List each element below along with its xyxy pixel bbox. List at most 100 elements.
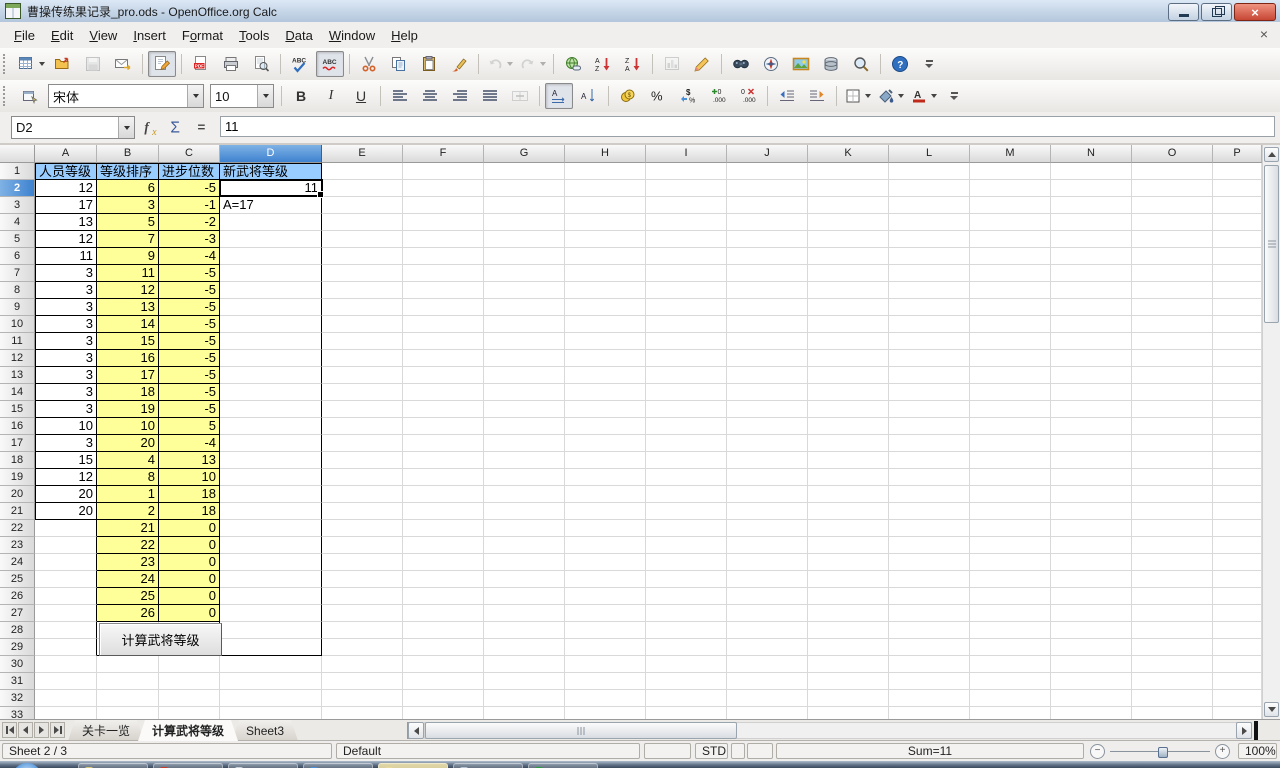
cell-H27[interactable] [565, 605, 646, 622]
cell-C19[interactable]: 10 [159, 469, 220, 486]
cell-O28[interactable] [1132, 622, 1213, 639]
page-preview-button[interactable] [247, 51, 275, 77]
row-header-32[interactable]: 32 [0, 690, 35, 707]
column-header-H[interactable]: H [565, 145, 646, 163]
cell-I30[interactable] [646, 656, 727, 673]
sum-icon[interactable]: Σ [166, 116, 188, 138]
row-header-8[interactable]: 8 [0, 282, 35, 299]
row-header-1[interactable]: 1 [0, 163, 35, 180]
cell-D27[interactable] [220, 605, 322, 622]
cell-B8[interactable]: 12 [97, 282, 159, 299]
cell-D17[interactable] [220, 435, 322, 452]
name-box[interactable]: D2 [11, 116, 135, 139]
font-color-button[interactable]: A [908, 83, 939, 109]
cell-I1[interactable] [646, 163, 727, 180]
zoom-out-button[interactable]: − [1090, 744, 1105, 759]
cell-C30[interactable] [159, 656, 220, 673]
row-header-6[interactable]: 6 [0, 248, 35, 265]
cell-L18[interactable] [889, 452, 970, 469]
menu-file[interactable]: File [6, 25, 43, 46]
cell-D28[interactable] [220, 622, 322, 639]
cell-K11[interactable] [808, 333, 889, 350]
cell-H13[interactable] [565, 367, 646, 384]
cell-L3[interactable] [889, 197, 970, 214]
calculate-button[interactable]: 计算武将等级 [99, 623, 222, 656]
cell-F31[interactable] [403, 673, 484, 690]
cell-C11[interactable]: -5 [159, 333, 220, 350]
cell-P32[interactable] [1213, 690, 1262, 707]
redo-dropdown-icon[interactable] [540, 62, 546, 66]
cell-H10[interactable] [565, 316, 646, 333]
taskbar-app-button-2[interactable] [153, 763, 223, 768]
cell-A14[interactable]: 3 [35, 384, 97, 401]
taskbar-app-button-6[interactable] [453, 763, 523, 768]
scroll-down-button[interactable] [1264, 702, 1279, 717]
cell-D24[interactable] [220, 554, 322, 571]
cell-E19[interactable] [322, 469, 403, 486]
cell-G23[interactable] [484, 537, 565, 554]
taskbar-app-button-4[interactable] [303, 763, 373, 768]
column-header-A[interactable]: A [35, 145, 97, 163]
cell-P30[interactable] [1213, 656, 1262, 673]
cell-D15[interactable] [220, 401, 322, 418]
underline-button[interactable]: U [347, 83, 375, 109]
cell-O32[interactable] [1132, 690, 1213, 707]
cell-A27[interactable] [35, 605, 97, 622]
cell-D32[interactable] [220, 690, 322, 707]
navigator-button[interactable] [757, 51, 785, 77]
align-center-button[interactable] [416, 83, 444, 109]
restore-button[interactable] [1201, 3, 1232, 21]
number-format-standard-button[interactable]: $% [674, 83, 702, 109]
cell-O23[interactable] [1132, 537, 1213, 554]
cell-F2[interactable] [403, 180, 484, 197]
taskbar-app-button-7[interactable] [528, 763, 598, 768]
cell-F15[interactable] [403, 401, 484, 418]
split-handle[interactable] [1254, 721, 1258, 740]
cell-M10[interactable] [970, 316, 1051, 333]
cell-M33[interactable] [970, 707, 1051, 719]
cell-A9[interactable]: 3 [35, 299, 97, 316]
cell-N6[interactable] [1051, 248, 1132, 265]
cell-H14[interactable] [565, 384, 646, 401]
cell-G2[interactable] [484, 180, 565, 197]
cell-C21[interactable]: 18 [159, 503, 220, 520]
cell-P7[interactable] [1213, 265, 1262, 282]
cell-I15[interactable] [646, 401, 727, 418]
row-header-16[interactable]: 16 [0, 418, 35, 435]
cell-K14[interactable] [808, 384, 889, 401]
menu-view[interactable]: View [81, 25, 125, 46]
cell-N8[interactable] [1051, 282, 1132, 299]
cell-M31[interactable] [970, 673, 1051, 690]
cell-F16[interactable] [403, 418, 484, 435]
cell-I2[interactable] [646, 180, 727, 197]
cell-C7[interactable]: -5 [159, 265, 220, 282]
cell-J24[interactable] [727, 554, 808, 571]
cell-M6[interactable] [970, 248, 1051, 265]
cell-E10[interactable] [322, 316, 403, 333]
undo-dropdown-icon[interactable] [507, 62, 513, 66]
cell-N30[interactable] [1051, 656, 1132, 673]
cell-K26[interactable] [808, 588, 889, 605]
cell-B26[interactable]: 25 [97, 588, 159, 605]
cell-G16[interactable] [484, 418, 565, 435]
help-button[interactable]: ? [886, 51, 914, 77]
column-header-C[interactable]: C [159, 145, 220, 163]
cell-H21[interactable] [565, 503, 646, 520]
cell-M20[interactable] [970, 486, 1051, 503]
cell-H6[interactable] [565, 248, 646, 265]
cell-N2[interactable] [1051, 180, 1132, 197]
cell-O25[interactable] [1132, 571, 1213, 588]
cell-C5[interactable]: -3 [159, 231, 220, 248]
cell-N21[interactable] [1051, 503, 1132, 520]
cell-L32[interactable] [889, 690, 970, 707]
cell-K20[interactable] [808, 486, 889, 503]
cell-B30[interactable] [97, 656, 159, 673]
paste-button[interactable] [415, 51, 443, 77]
cell-D16[interactable] [220, 418, 322, 435]
cell-K30[interactable] [808, 656, 889, 673]
align-right-button[interactable] [446, 83, 474, 109]
cell-O21[interactable] [1132, 503, 1213, 520]
cell-I14[interactable] [646, 384, 727, 401]
cell-C4[interactable]: -2 [159, 214, 220, 231]
taskbar-app-button-3[interactable] [228, 763, 298, 768]
